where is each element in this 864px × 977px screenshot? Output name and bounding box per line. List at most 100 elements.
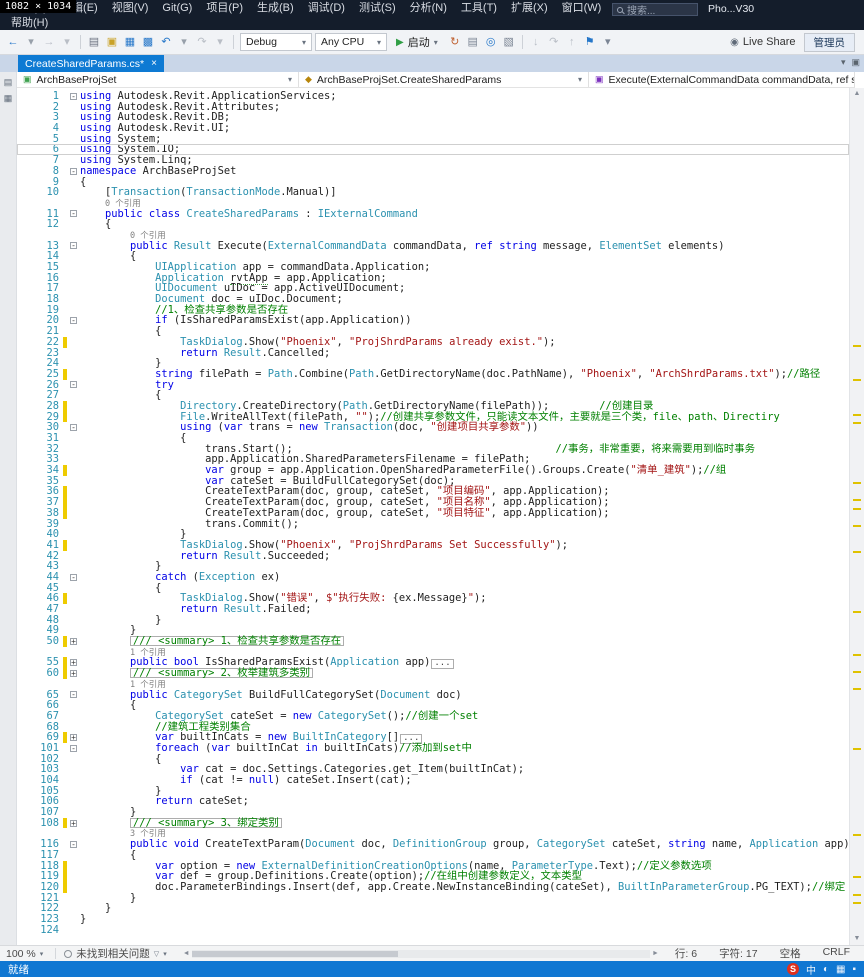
nav-back-icon[interactable]: ← xyxy=(5,33,21,51)
chevron-down-icon[interactable]: ▾ xyxy=(163,950,167,958)
breakpoint-margin[interactable] xyxy=(17,112,29,123)
breakpoint-margin[interactable] xyxy=(17,187,29,198)
breakpoint-margin[interactable] xyxy=(17,625,29,636)
toolbox-icon[interactable]: ▤ xyxy=(3,77,14,88)
breakpoint-margin[interactable] xyxy=(17,914,29,925)
line-ending-indicator[interactable]: CRLF xyxy=(823,946,850,961)
live-share-button[interactable]: ◉ Live Share xyxy=(730,36,795,48)
tray-app-icon[interactable]: ▦ xyxy=(836,964,845,975)
breakpoint-margin[interactable] xyxy=(17,134,29,145)
breakpoint-margin[interactable] xyxy=(17,700,29,711)
code-row[interactable]: 8-namespace ArchBaseProjSet xyxy=(17,166,849,177)
step-out-icon[interactable]: ↑ xyxy=(564,33,580,51)
breakpoint-margin[interactable] xyxy=(17,144,29,155)
code-row[interactable]: 13- public Result Execute(ExternalComman… xyxy=(17,241,849,252)
document-list-caret-icon[interactable]: ▾ xyxy=(841,57,846,68)
solution-explorer-icon[interactable]: ▤ xyxy=(465,33,481,51)
collapse-icon[interactable]: - xyxy=(70,93,77,100)
collapse-icon[interactable]: - xyxy=(70,317,77,324)
menu-item-7[interactable]: 测试(S) xyxy=(352,1,403,16)
code-row[interactable]: 124 xyxy=(17,925,849,936)
breakpoint-margin[interactable] xyxy=(17,315,29,326)
comment-icon[interactable]: ▧ xyxy=(501,33,517,51)
breakpoint-margin[interactable] xyxy=(17,593,29,604)
breakpoint-margin[interactable] xyxy=(17,294,29,305)
line-indicator[interactable]: 行: 6 xyxy=(675,946,697,961)
menu-item-2[interactable]: 视图(V) xyxy=(105,1,156,16)
collapse-icon[interactable]: - xyxy=(70,381,77,388)
collapse-icon[interactable]: - xyxy=(70,242,77,249)
zoom-control[interactable]: 100 % ▾ xyxy=(6,948,47,960)
breakpoint-margin[interactable] xyxy=(17,786,29,797)
breakpoint-margin[interactable] xyxy=(17,636,29,647)
start-debug-button[interactable]: ▶ 启动 ▾ xyxy=(390,33,444,51)
collapse-icon[interactable]: - xyxy=(70,424,77,431)
expand-icon[interactable]: + xyxy=(70,670,77,677)
breakpoint-margin[interactable] xyxy=(17,711,29,722)
close-icon[interactable]: × xyxy=(151,59,157,69)
collapse-icon[interactable]: - xyxy=(70,210,77,217)
search-input[interactable]: 搜索... xyxy=(612,3,698,16)
breakpoint-margin[interactable] xyxy=(17,412,29,423)
admin-badge[interactable]: 管理员 xyxy=(804,33,856,52)
breakpoint-margin[interactable] xyxy=(17,604,29,615)
expand-icon[interactable]: + xyxy=(70,734,77,741)
breakpoint-margin[interactable] xyxy=(17,241,29,252)
breakpoint-margin[interactable] xyxy=(17,454,29,465)
editor-vscrollbar[interactable]: ▲ ▼ xyxy=(849,88,864,945)
hscroll-thumb[interactable] xyxy=(192,951,398,957)
ime-mode-icon[interactable]: ◐ xyxy=(823,964,829,975)
configuration-dropdown[interactable]: Debug ▾ xyxy=(240,33,312,51)
collapse-icon[interactable]: - xyxy=(70,691,77,698)
breakpoint-margin[interactable] xyxy=(17,422,29,433)
breakpoint-margin[interactable] xyxy=(17,796,29,807)
code-row[interactable]: 122 } xyxy=(17,903,849,914)
code-row[interactable]: 48 } xyxy=(17,615,849,626)
code-row[interactable]: 121 } xyxy=(17,893,849,904)
breakpoint-margin[interactable] xyxy=(17,615,29,626)
editor-hscrollbar[interactable]: ◄ ► xyxy=(175,950,667,958)
breakpoint-margin[interactable] xyxy=(17,893,29,904)
breakpoint-margin[interactable] xyxy=(17,668,29,679)
hot-reload-icon[interactable]: ↻ xyxy=(447,33,463,51)
breakpoint-margin[interactable] xyxy=(17,476,29,487)
breakpoint-margin[interactable] xyxy=(17,657,29,668)
breakpoint-margin[interactable] xyxy=(17,230,29,241)
expand-icon[interactable]: + xyxy=(70,820,77,827)
breakpoint-margin[interactable] xyxy=(17,123,29,134)
scroll-left-icon[interactable]: ◄ xyxy=(183,950,190,957)
breakpoint-margin[interactable] xyxy=(17,198,29,209)
code-row[interactable]: 120 doc.ParameterBindings.Insert(def, ap… xyxy=(17,882,849,893)
save-icon[interactable]: ▦ xyxy=(122,33,138,51)
breakpoint-margin[interactable] xyxy=(17,251,29,262)
breakpoint-margin[interactable] xyxy=(17,155,29,166)
breakpoint-margin[interactable] xyxy=(17,882,29,893)
breakpoint-margin[interactable] xyxy=(17,102,29,113)
breakpoint-margin[interactable] xyxy=(17,91,29,102)
breakpoint-margin[interactable] xyxy=(17,390,29,401)
breakpoint-margin[interactable] xyxy=(17,508,29,519)
breakpoint-margin[interactable] xyxy=(17,273,29,284)
menu-item-10[interactable]: 扩展(X) xyxy=(504,1,555,16)
breakpoint-margin[interactable] xyxy=(17,722,29,733)
code-row[interactable]: 116- public void CreateTextParam(Documen… xyxy=(17,839,849,850)
breakpoint-margin[interactable] xyxy=(17,690,29,701)
redo-caret-icon[interactable]: ▾ xyxy=(212,33,228,51)
scroll-right-icon[interactable]: ► xyxy=(652,950,659,957)
menu-item-5[interactable]: 生成(B) xyxy=(250,1,301,16)
expand-icon[interactable]: + xyxy=(70,638,77,645)
breakpoint-margin[interactable] xyxy=(17,732,29,743)
code-row[interactable]: 11- public class CreateSharedParams : IE… xyxy=(17,209,849,220)
document-outline-icon[interactable]: ▦ xyxy=(3,93,14,104)
breakpoint-margin[interactable] xyxy=(17,871,29,882)
menu-item-6[interactable]: 调试(D) xyxy=(301,1,352,16)
redo-icon[interactable]: ↷ xyxy=(194,33,210,51)
breadcrumb-project[interactable]: ▣ ArchBaseProjSet ▾ xyxy=(17,72,299,87)
code-row[interactable]: 106 return cateSet; xyxy=(17,796,849,807)
platform-dropdown[interactable]: Any CPU ▾ xyxy=(315,33,387,51)
collapse-icon[interactable]: - xyxy=(70,841,77,848)
ime-sogou-icon[interactable]: S xyxy=(787,963,799,975)
breakpoint-margin[interactable] xyxy=(17,647,29,658)
breakpoint-margin[interactable] xyxy=(17,497,29,508)
code-editor[interactable]: 1-using Autodesk.Revit.ApplicationServic… xyxy=(17,88,849,945)
